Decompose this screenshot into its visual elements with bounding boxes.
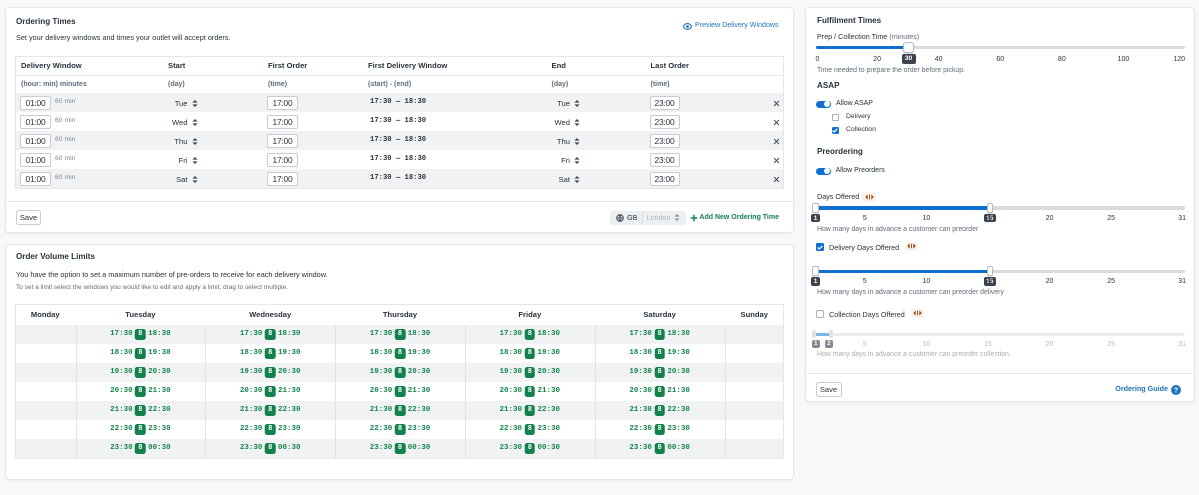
svg-text:?: ? [1173,387,1177,394]
